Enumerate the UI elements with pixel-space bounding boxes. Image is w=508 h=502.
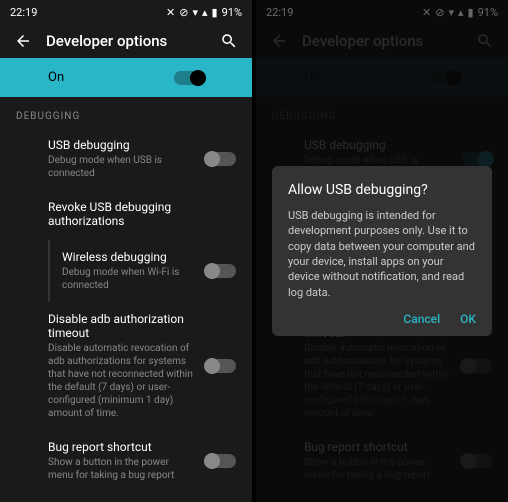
dialog-actions: Cancel OK bbox=[288, 312, 476, 326]
setting-primary: Revoke USB debugging authorizations bbox=[48, 200, 236, 228]
header: Developer options bbox=[0, 24, 252, 58]
toggle-switch[interactable] bbox=[206, 359, 236, 373]
usb-debugging-dialog: Allow USB debugging? USB debugging is in… bbox=[272, 166, 492, 336]
toggle-switch[interactable] bbox=[206, 264, 236, 278]
setting-item[interactable]: Revoke USB debugging authorizations bbox=[0, 190, 252, 240]
setting-primary: Wireless debugging bbox=[62, 250, 196, 264]
clock: 22:19 bbox=[10, 6, 37, 19]
settings-list: DEBUGGING USB debugging Debug mode when U… bbox=[0, 97, 252, 499]
setting-item[interactable]: Enable verbose vendor loggingInclude add… bbox=[0, 492, 252, 499]
switch-icon bbox=[174, 71, 204, 85]
toggle-switch[interactable] bbox=[206, 454, 236, 468]
setting-secondary: Debug mode when USB is connected bbox=[48, 154, 196, 180]
setting-secondary: Show a button in the power menu for taki… bbox=[48, 456, 196, 482]
dialog-overlay: Allow USB debugging? USB debugging is in… bbox=[256, 0, 508, 502]
back-icon[interactable] bbox=[14, 32, 32, 50]
setting-secondary: Disable automatic revocation of adb auth… bbox=[48, 342, 196, 420]
wifi-icon: ▾ bbox=[192, 6, 198, 19]
setting-primary: Bug report shortcut bbox=[48, 440, 196, 454]
setting-item[interactable]: USB debugging Debug mode when USB is conn… bbox=[0, 128, 252, 190]
page-title: Developer options bbox=[46, 32, 206, 50]
dialog-title: Allow USB debugging? bbox=[288, 182, 476, 198]
statusbar: 22:19 ✕ ⊘ ▾ ▴ ▮ 91% bbox=[0, 0, 252, 24]
master-toggle-label: On bbox=[48, 70, 174, 85]
master-toggle[interactable]: On bbox=[0, 58, 252, 97]
dnd-icon: ✕ bbox=[166, 6, 175, 19]
setting-item[interactable]: Bug report shortcut Show a button in the … bbox=[0, 430, 252, 492]
signal-icon: ▴ bbox=[202, 6, 208, 19]
search-icon[interactable] bbox=[220, 32, 238, 50]
dialog-body: USB debugging is intended for developmen… bbox=[288, 208, 476, 300]
setting-item[interactable]: Wireless debugging Debug mode when Wi-Fi … bbox=[48, 240, 252, 302]
setting-primary: USB debugging bbox=[48, 138, 196, 152]
phone-left: 22:19 ✕ ⊘ ▾ ▴ ▮ 91% Developer options On… bbox=[0, 0, 252, 502]
setting-secondary: Debug mode when Wi-Fi is connected bbox=[62, 266, 196, 292]
alarm-icon: ⊘ bbox=[179, 6, 188, 19]
battery-icon: ▮ bbox=[212, 6, 218, 19]
ok-button[interactable]: OK bbox=[460, 312, 476, 326]
phone-right: 22:19 ✕ ⊘ ▾ ▴ ▮ 91% Developer options On… bbox=[256, 0, 508, 502]
toggle-switch[interactable] bbox=[206, 152, 236, 166]
section-header: DEBUGGING bbox=[0, 97, 252, 128]
setting-primary: Disable adb authorization timeout bbox=[48, 312, 196, 340]
cancel-button[interactable]: Cancel bbox=[403, 312, 440, 326]
setting-item[interactable]: Disable adb authorization timeoutDisable… bbox=[0, 302, 252, 430]
battery-pct: 91% bbox=[222, 6, 242, 19]
